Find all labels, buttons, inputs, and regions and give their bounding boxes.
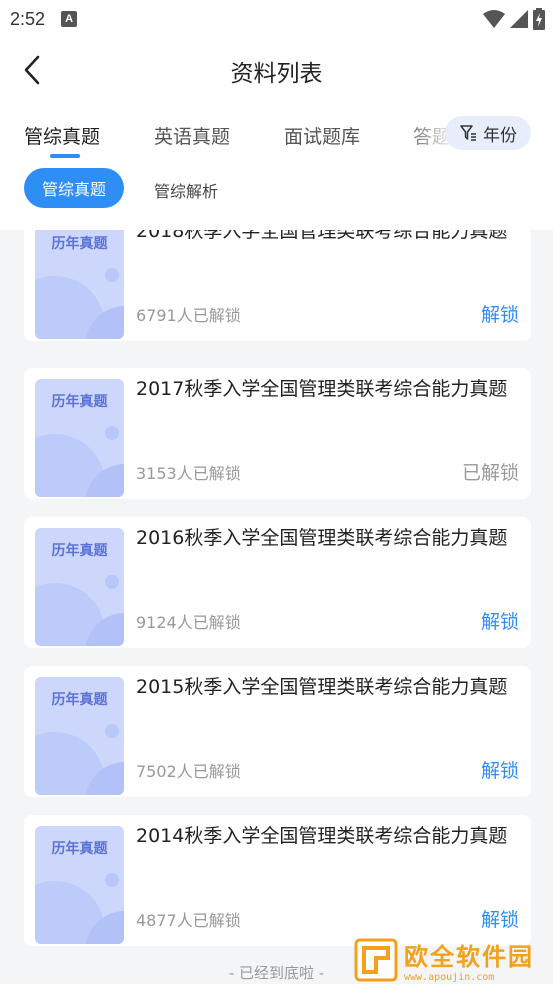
item-unlock-count: 3153人已解锁 <box>136 464 241 483</box>
unlock-button[interactable]: 解锁 <box>481 905 519 932</box>
item-title: 2014秋季入学全国管理类联考综合能力真题 <box>136 825 508 847</box>
subtab-management-exam[interactable]: 管综真题 <box>24 168 124 208</box>
tab-interview-bank[interactable]: 面试题库 <box>284 122 360 149</box>
item-title: 2018秋季入学全国管理类联考综合能力真题 <box>136 230 508 242</box>
cover-dot <box>105 724 119 738</box>
watermark-text: 欧全软件园 www.apoujin.com <box>404 937 534 983</box>
subtab-management-analysis[interactable]: 管综解析 <box>154 178 218 202</box>
item-unlock-count: 7502人已解锁 <box>136 762 241 781</box>
status-time: 2:52 <box>10 8 46 29</box>
cover-image: 历年真题 <box>35 379 124 497</box>
tab-management-exam[interactable]: 管综真题 <box>24 122 100 149</box>
filter-icon <box>460 125 476 141</box>
tab-english-exam[interactable]: 英语真题 <box>154 122 230 149</box>
list-item[interactable]: 历年真题 2018秋季入学全国管理类联考综合能力真题 6791人已解锁 解锁 <box>24 230 531 341</box>
cover-label: 历年真题 <box>51 394 108 410</box>
cover-dot <box>105 268 119 282</box>
item-title: 2016秋季入学全国管理类联考综合能力真题 <box>136 527 508 549</box>
cover-label: 历年真题 <box>51 543 108 559</box>
page-title: 资料列表 <box>230 61 323 87</box>
cover-dot <box>105 426 119 440</box>
category-tabs: 管综真题 英语真题 面试题库 答题 年份 <box>0 104 553 164</box>
cover-image: 历年真题 <box>35 677 124 795</box>
list-item[interactable]: 历年真题 2017秋季入学全国管理类联考综合能力真题 3153人已解锁 已解锁 <box>24 368 531 499</box>
cover-dot <box>105 575 119 589</box>
status-icons <box>483 8 545 30</box>
list-item[interactable]: 历年真题 2015秋季入学全国管理类联考综合能力真题 7502人已解锁 解锁 <box>24 666 531 797</box>
watermark-url: www.apoujin.com <box>404 972 495 983</box>
unlocked-status: 已解锁 <box>461 462 519 484</box>
item-unlock-count: 9124人已解锁 <box>136 613 241 632</box>
unlock-button[interactable]: 解锁 <box>481 607 519 634</box>
cover-dot <box>105 873 119 887</box>
wifi-icon <box>483 10 505 28</box>
unlock-button[interactable]: 解锁 <box>481 300 519 327</box>
item-unlock-count: 6791人已解锁 <box>136 306 241 325</box>
list-item[interactable]: 历年真题 2014秋季入学全国管理类联考综合能力真题 4877人已解锁 解锁 <box>24 815 531 946</box>
unlock-button[interactable]: 解锁 <box>481 756 519 783</box>
material-list: 历年真题 2018秋季入学全国管理类联考综合能力真题 6791人已解锁 解锁 历… <box>0 230 553 984</box>
notification-icon: A <box>61 11 78 27</box>
cover-image: 历年真题 <box>35 528 124 646</box>
cover-image: 历年真题 <box>35 230 124 339</box>
cover-label: 历年真题 <box>51 692 108 708</box>
active-tab-indicator <box>50 154 80 158</box>
item-unlock-count: 4877人已解锁 <box>136 911 241 930</box>
cover-image: 历年真题 <box>35 826 124 944</box>
watermark: 欧全软件园 www.apoujin.com <box>354 936 547 984</box>
title-bar: 资料列表 <box>0 38 553 104</box>
status-bar: 2:52 A <box>0 0 553 38</box>
year-filter-button[interactable]: 年份 <box>445 116 531 150</box>
sub-tabs: 管综真题 管综解析 <box>0 164 553 230</box>
cover-label: 历年真题 <box>51 841 108 857</box>
list-item[interactable]: 历年真题 2016秋季入学全国管理类联考综合能力真题 9124人已解锁 解锁 <box>24 517 531 648</box>
watermark-title: 欧全软件园 <box>404 943 534 971</box>
cover-label: 历年真题 <box>51 236 108 252</box>
year-filter-label: 年份 <box>483 125 517 146</box>
signal-icon <box>510 10 528 28</box>
item-title: 2017秋季入学全国管理类联考综合能力真题 <box>136 378 508 400</box>
battery-icon <box>533 8 545 30</box>
item-title: 2015秋季入学全国管理类联考综合能力真题 <box>136 676 508 698</box>
watermark-logo-icon <box>354 938 398 982</box>
